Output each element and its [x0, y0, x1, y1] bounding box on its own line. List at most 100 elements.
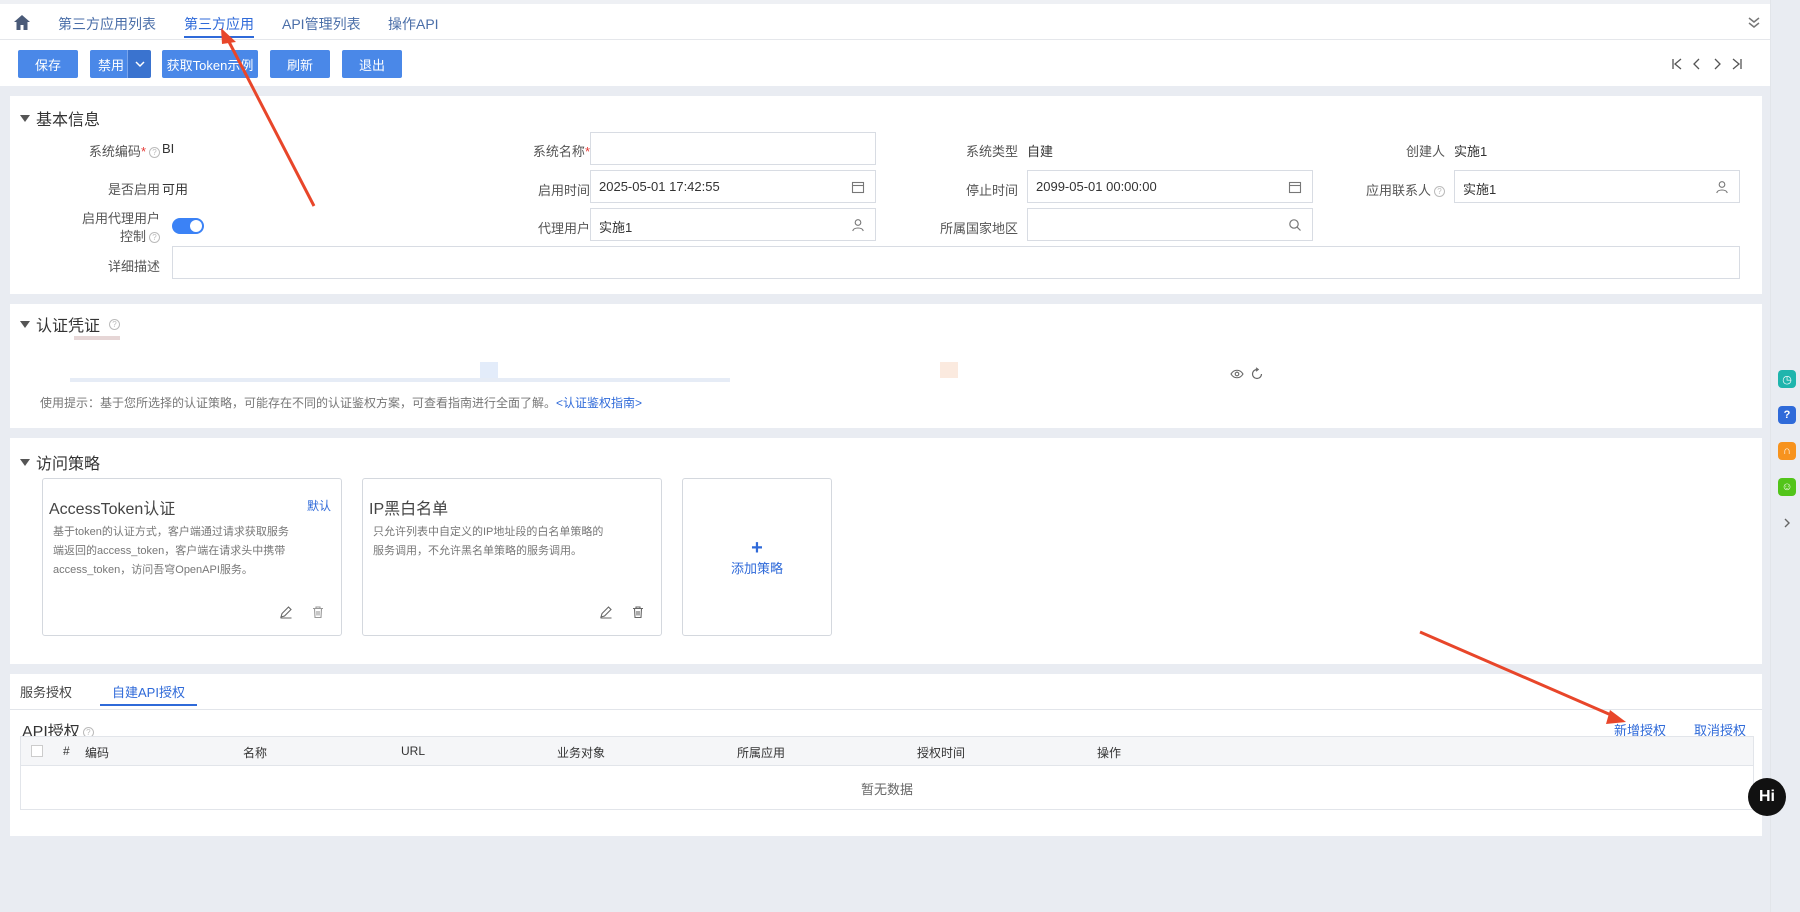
- next-page-icon[interactable]: [1710, 57, 1724, 71]
- description-input[interactable]: [172, 246, 1740, 279]
- redacted-strip: [70, 378, 730, 382]
- collapse-chevron-icon[interactable]: [1746, 14, 1762, 30]
- right-divider: [1770, 0, 1771, 912]
- collapse-triangle-icon: [20, 458, 30, 466]
- redacted-block: [940, 362, 958, 378]
- help-icon: ?: [149, 232, 160, 244]
- clock-icon[interactable]: ◷: [1778, 370, 1796, 388]
- tab-third-party-app[interactable]: 第三方应用: [184, 14, 254, 38]
- refresh-button[interactable]: 刷新: [270, 50, 330, 78]
- exit-button[interactable]: 退出: [342, 50, 402, 78]
- region-input[interactable]: [1027, 208, 1313, 241]
- edit-icon[interactable]: [279, 605, 293, 619]
- column-header: 操作: [1097, 746, 1122, 760]
- system-type-label: 系统类型: [965, 144, 1018, 159]
- policy-card-ip-list[interactable]: IP黑白名单 只允许列表中自定义的IP地址段的白名单策略的服务调用，不允许黑名单…: [362, 478, 662, 636]
- access-policy-title[interactable]: 访问策略: [20, 450, 100, 474]
- delete-icon[interactable]: [311, 605, 325, 619]
- help-icon: ?: [109, 318, 121, 330]
- policy-card-desc: 只允许列表中自定义的IP地址段的白名单策略的服务调用，不允许黑名单策略的服务调用…: [373, 526, 604, 557]
- basic-info-title[interactable]: 基本信息: [20, 106, 100, 130]
- creator-value: 实施1: [1454, 144, 1488, 159]
- policy-card-title: AccessToken认证: [49, 501, 176, 518]
- save-button[interactable]: 保存: [18, 50, 78, 78]
- disable-dropdown-toggle[interactable]: [127, 50, 151, 78]
- tab-app-list[interactable]: 第三方应用列表: [58, 14, 156, 38]
- start-time-input[interactable]: 2025-05-01 17:42:55: [590, 170, 876, 203]
- tab-divider: [10, 709, 1762, 710]
- collapse-triangle-icon: [20, 114, 30, 122]
- enabled-value: 可用: [162, 182, 189, 197]
- user-icon[interactable]: [1715, 180, 1729, 194]
- system-name-input[interactable]: [590, 132, 876, 165]
- stop-time-input[interactable]: 2099-05-01 00:00:00: [1027, 170, 1313, 203]
- token-example-button[interactable]: 获取Token示例: [162, 50, 258, 78]
- toolbar: 保存 禁用 获取Token示例 刷新 退出: [0, 40, 1770, 86]
- select-all-checkbox[interactable]: [31, 745, 43, 757]
- system-name-label: 系统名称*: [532, 144, 590, 159]
- refresh-icon[interactable]: [1250, 367, 1264, 381]
- tab-service-auth[interactable]: 服务授权: [20, 682, 72, 706]
- auth-guide-link[interactable]: <认证鉴权指南>: [556, 396, 642, 410]
- column-header: 所属应用: [737, 746, 786, 760]
- proxy-user-label: 代理用户: [537, 221, 590, 236]
- headset-icon[interactable]: ∩: [1778, 442, 1796, 460]
- column-header: #: [63, 744, 70, 758]
- help-icon: ?: [1434, 186, 1445, 198]
- creator-label: 创建人: [1405, 144, 1445, 159]
- column-header: 授权时间: [917, 746, 966, 760]
- stop-time-label: 停止时间: [965, 183, 1018, 198]
- redacted-block: [480, 362, 498, 378]
- tab-operate-api[interactable]: 操作API: [388, 14, 439, 38]
- proxy-control-label: 启用代理用户 控制?: [81, 211, 160, 244]
- help-icon[interactable]: ?: [1778, 406, 1796, 424]
- policy-card-desc: 基于token的认证方式，客户端通过请求获取服务端返回的access_token…: [53, 526, 289, 576]
- user-icon[interactable]: [851, 218, 865, 232]
- api-auth-table: # 编码 名称 URL 业务对象 所属应用 授权时间 操作 暂无数据: [20, 736, 1754, 810]
- tab-api-list[interactable]: API管理列表: [282, 14, 361, 38]
- add-policy-label: 添加策略: [730, 560, 783, 576]
- description-label: 详细描述: [107, 259, 160, 274]
- side-widgets: ◷ ? ∩ ☺: [1778, 370, 1796, 532]
- delete-icon[interactable]: [631, 605, 645, 619]
- policy-card-accesstoken[interactable]: AccessToken认证 默认 基于token的认证方式，客户端通过请求获取服…: [42, 478, 342, 636]
- basic-info-panel: 基本信息 系统编码*? BI 系统名称* 系统类型 自建 创建人 实施1 是否启…: [10, 96, 1762, 294]
- prev-page-icon[interactable]: [1690, 57, 1704, 71]
- search-icon[interactable]: [1288, 218, 1302, 232]
- eye-icon[interactable]: [1230, 368, 1244, 380]
- system-type-value: 自建: [1027, 144, 1054, 159]
- column-header: 业务对象: [557, 746, 606, 760]
- first-page-icon[interactable]: [1670, 57, 1684, 71]
- default-tag: 默认: [306, 499, 331, 513]
- empty-state: 暂无数据: [860, 781, 913, 797]
- last-page-icon[interactable]: [1730, 57, 1744, 71]
- credentials-title[interactable]: 认证凭证?: [20, 312, 121, 336]
- plus-icon: +: [751, 536, 763, 559]
- calendar-icon[interactable]: [1288, 180, 1302, 194]
- table-header: [21, 737, 1753, 766]
- credentials-hint: 使用提示：基于您所选择的认证策略，可能存在不同的认证鉴权方案，可查看指南进行全面…: [40, 396, 643, 410]
- home-icon[interactable]: [12, 13, 32, 33]
- start-time-label: 启用时间: [537, 183, 590, 198]
- assistant-badge[interactable]: Hi: [1748, 778, 1786, 816]
- proxy-user-input[interactable]: 实施1: [590, 208, 876, 241]
- enabled-label: 是否启用: [107, 182, 160, 197]
- column-header: 编码: [85, 746, 110, 760]
- chevron-down-icon: [134, 61, 145, 68]
- add-policy-card[interactable]: + 添加策略: [682, 478, 832, 636]
- proxy-control-toggle[interactable]: [172, 218, 204, 234]
- edit-icon[interactable]: [599, 605, 613, 619]
- system-code-value: BI: [162, 141, 175, 156]
- region-label: 所属国家地区: [939, 221, 1018, 236]
- disable-button[interactable]: 禁用: [90, 50, 132, 78]
- calendar-icon[interactable]: [851, 180, 865, 194]
- smile-icon[interactable]: ☺: [1778, 478, 1796, 496]
- chevron-right-icon[interactable]: [1778, 514, 1796, 532]
- redacted-strip: [74, 336, 120, 340]
- system-code-label: 系统编码*?: [50, 141, 160, 160]
- collapse-triangle-icon: [20, 320, 30, 328]
- contact-input[interactable]: 实施1: [1454, 170, 1740, 203]
- contact-label: 应用联系人?: [1330, 180, 1445, 199]
- tab-custom-api-auth[interactable]: 自建API授权: [100, 682, 197, 706]
- help-icon: ?: [149, 147, 160, 159]
